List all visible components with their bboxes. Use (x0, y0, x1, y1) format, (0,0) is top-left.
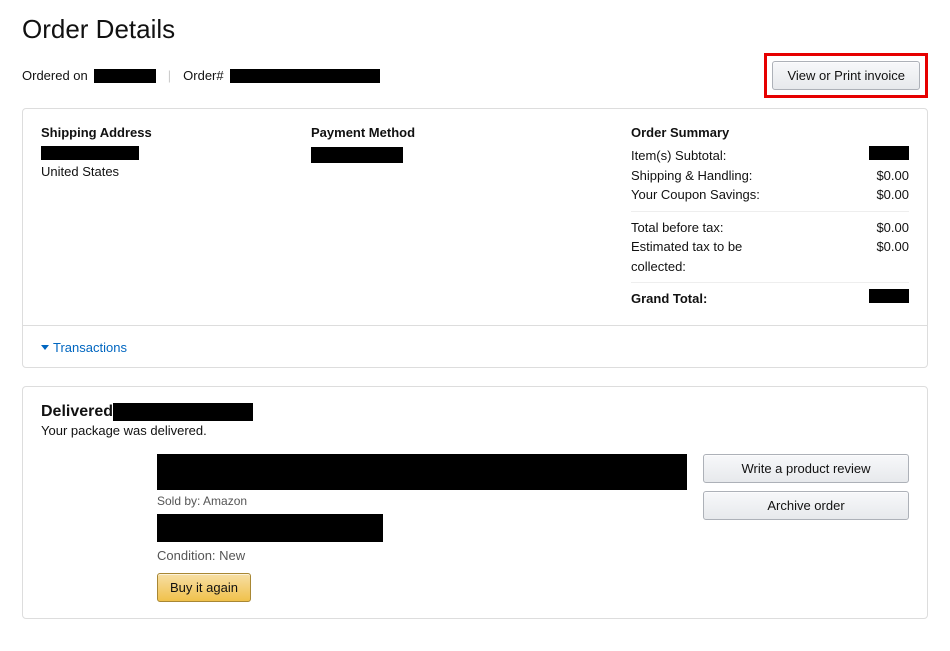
shipping-label: Shipping & Handling: (631, 166, 752, 186)
sold-by-row: Sold by: Amazon (157, 494, 687, 508)
redacted-payment-method (311, 147, 403, 163)
meta-divider: | (168, 68, 171, 83)
summary-card-top: Shipping Address United States Payment M… (23, 109, 927, 325)
order-meta-left: Ordered on | Order# (22, 68, 380, 83)
view-print-invoice-button[interactable]: View or Print invoice (772, 61, 920, 90)
transactions-row: Transactions (23, 325, 927, 367)
payment-method-heading: Payment Method (311, 125, 611, 140)
subtotal-label: Item(s) Subtotal: (631, 146, 726, 166)
tax-value: $0.00 (876, 237, 909, 276)
order-summary-heading: Order Summary (631, 125, 909, 140)
delivery-status-row: Delivered (41, 403, 909, 421)
payment-method-column: Payment Method (311, 125, 611, 309)
condition-value: New (219, 548, 245, 563)
coupon-value: $0.00 (876, 185, 909, 205)
order-meta-row: Ordered on | Order# View or Print invoic… (22, 53, 928, 98)
summary-row-subtotal: Item(s) Subtotal: (631, 146, 909, 166)
archive-order-button[interactable]: Archive order (703, 491, 909, 520)
redacted-item-title (157, 454, 687, 490)
coupon-label: Your Coupon Savings: (631, 185, 760, 205)
condition-label: Condition: (157, 548, 216, 563)
summary-row-total-before-tax: Total before tax: $0.00 (631, 218, 909, 238)
summary-divider-1 (631, 211, 909, 212)
total-before-tax-value: $0.00 (876, 218, 909, 238)
page-title: Order Details (22, 14, 928, 45)
delivery-status-label: Delivered (41, 403, 113, 421)
order-item-row: Sold by: Amazon Condition: New Buy it ag… (41, 454, 909, 602)
transactions-toggle[interactable]: Transactions (41, 340, 127, 355)
ordered-on-label: Ordered on (22, 68, 88, 83)
summary-divider-2 (631, 282, 909, 283)
invoice-highlight-box: View or Print invoice (764, 53, 928, 98)
transactions-label: Transactions (53, 340, 127, 355)
order-summary-column: Order Summary Item(s) Subtotal: Shipping… (631, 125, 909, 309)
redacted-subtotal-value (869, 146, 909, 160)
shipping-country: United States (41, 164, 291, 179)
redacted-shipping-name (41, 146, 139, 160)
delivery-message: Your package was delivered. (41, 423, 909, 438)
summary-row-coupon: Your Coupon Savings: $0.00 (631, 185, 909, 205)
redacted-delivery-date (113, 403, 253, 421)
shipping-address-column: Shipping Address United States (41, 125, 291, 309)
write-review-button[interactable]: Write a product review (703, 454, 909, 483)
summary-row-shipping: Shipping & Handling: $0.00 (631, 166, 909, 186)
chevron-down-icon (41, 345, 49, 350)
tax-label: Estimated tax to be collected: (631, 237, 781, 276)
item-details: Sold by: Amazon Condition: New Buy it ag… (157, 454, 687, 602)
redacted-order-date (94, 69, 156, 83)
redacted-order-number (230, 69, 380, 83)
sold-by-label: Sold by: (157, 494, 200, 508)
item-actions-column: Write a product review Archive order (703, 454, 909, 602)
sold-by-value: Amazon (203, 494, 247, 508)
item-thumbnail-area (41, 454, 141, 602)
redacted-grand-total-value (869, 289, 909, 303)
summary-row-grand-total: Grand Total: (631, 289, 909, 309)
grand-total-label: Grand Total: (631, 289, 707, 309)
buy-again-wrap: Buy it again (157, 573, 687, 602)
order-item-card: Delivered Your package was delivered. So… (22, 386, 928, 619)
order-number-label: Order# (183, 68, 223, 83)
shipping-value: $0.00 (876, 166, 909, 186)
condition-row: Condition: New (157, 548, 687, 563)
redacted-item-price (157, 514, 383, 542)
summary-row-tax: Estimated tax to be collected: $0.00 (631, 237, 909, 276)
total-before-tax-label: Total before tax: (631, 218, 724, 238)
order-summary-card: Shipping Address United States Payment M… (22, 108, 928, 368)
buy-it-again-button[interactable]: Buy it again (157, 573, 251, 602)
shipping-address-heading: Shipping Address (41, 125, 291, 140)
